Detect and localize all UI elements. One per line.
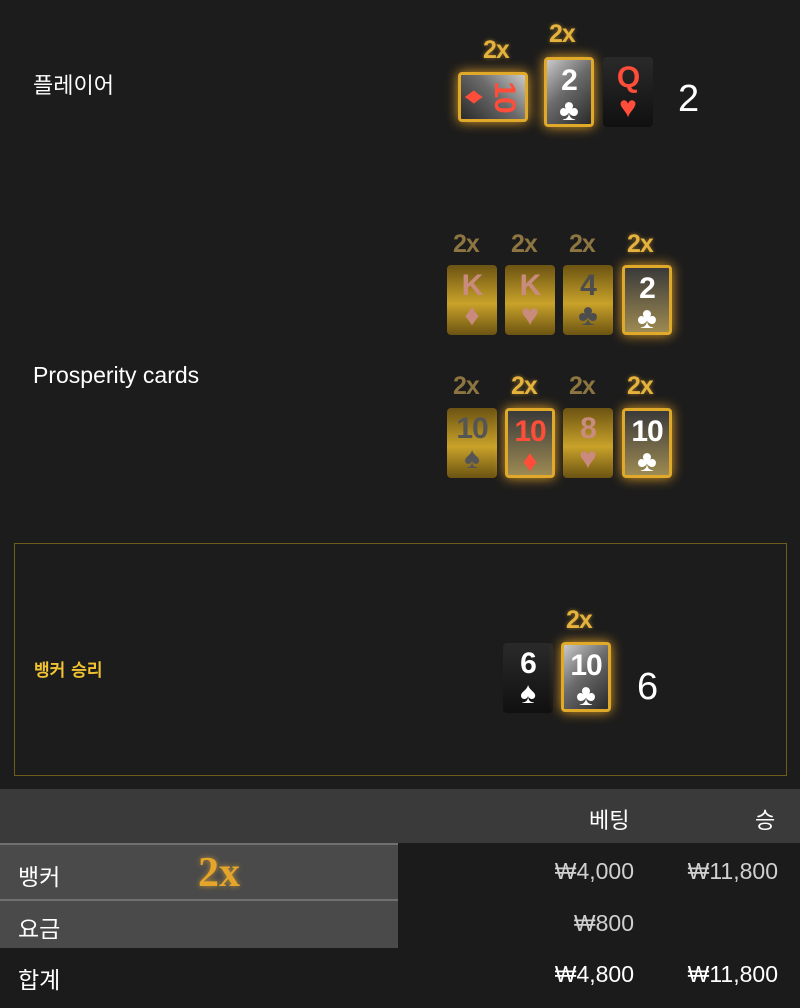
club-suit-icon: ♣ [559, 94, 579, 127]
prosperity-r1-c4-multiplier: 2x [627, 230, 654, 258]
table-row: 뱅커 2x ₩4,000 ₩11,800 [0, 843, 800, 899]
prosperity-r2-c4-multiplier: 2x [627, 372, 654, 400]
card-rank: 10 [514, 415, 546, 448]
row-bet: ₩4,000 [554, 858, 634, 884]
row-multiplier: 2x [198, 850, 240, 896]
table-row: 요금 ₩800 [0, 899, 800, 948]
card-rank: 8 [580, 412, 597, 445]
player-card-3: Q ♥ [603, 57, 653, 127]
spade-suit-icon: ♠ [464, 442, 480, 475]
total-name: 합계 [18, 968, 61, 994]
club-suit-icon: ♣ [637, 445, 657, 478]
card-rank: 10 [631, 415, 663, 448]
card-rank: 2 [639, 272, 656, 305]
banker-card-2-multiplier: 2x [566, 606, 593, 634]
club-suit-icon: ♣ [576, 679, 596, 712]
card-rank: 10 [488, 81, 521, 113]
prosperity-r1-c3-multiplier: 2x [569, 230, 596, 258]
table-header: 베팅 승 [0, 789, 800, 843]
player-score: 2 [678, 78, 700, 120]
banker-card-2: 10 ♣ [561, 642, 611, 712]
prosperity-label: Prosperity cards [33, 362, 200, 388]
prosperity-card: K ♥ [505, 265, 555, 335]
club-suit-icon: ♣ [578, 299, 598, 332]
prosperity-r1-c2-multiplier: 2x [511, 230, 538, 258]
row-name: 요금 [18, 917, 61, 943]
row-win: ₩11,800 [687, 858, 778, 884]
card-rank: 4 [580, 269, 597, 302]
diamond-suit-icon: ♦ [458, 89, 491, 105]
diamond-suit-icon: ♦ [464, 299, 480, 332]
prosperity-card: 2 ♣ [622, 265, 672, 335]
diamond-suit-icon: ♦ [522, 445, 538, 478]
spade-suit-icon: ♠ [520, 677, 536, 710]
prosperity-r2-c2-multiplier: 2x [511, 372, 538, 400]
card-rank: 10 [570, 649, 602, 682]
banker-score: 6 [637, 666, 659, 708]
prosperity-card: 10 ♣ [622, 408, 672, 478]
prosperity-card: 10 ♦ [505, 408, 555, 478]
prosperity-r2-c1-multiplier: 2x [453, 372, 480, 400]
heart-suit-icon: ♥ [619, 91, 637, 124]
prosperity-r2-c3-multiplier: 2x [569, 372, 596, 400]
card-rank: 6 [520, 647, 537, 680]
player-card-2-multiplier: 2x [549, 20, 576, 48]
player-card-1: 10 ♦ [458, 72, 528, 122]
banker-win-label: 뱅커 승리 [34, 661, 103, 681]
bet-column-header: 베팅 [589, 809, 630, 834]
prosperity-card: K ♦ [447, 265, 497, 335]
total-win: ₩11,800 [687, 961, 778, 987]
card-rank: 10 [456, 412, 488, 445]
win-column-header: 승 [755, 809, 776, 834]
card-rank: 2 [561, 64, 578, 97]
banker-result-box [14, 543, 787, 776]
prosperity-r1-c1-multiplier: 2x [453, 230, 480, 258]
bet-summary-table: 베팅 승 뱅커 2x ₩4,000 ₩11,800 요금 ₩800 합계 ₩4,… [0, 789, 800, 1008]
table-total-row: 합계 ₩4,800 ₩11,800 [0, 948, 800, 1008]
card-rank: Q [616, 61, 640, 94]
heart-suit-icon: ♥ [521, 299, 539, 332]
player-label: 플레이어 [33, 74, 114, 99]
prosperity-card: 8 ♥ [563, 408, 613, 478]
player-card-1-multiplier: 2x [483, 36, 510, 64]
card-rank: K [519, 269, 542, 302]
card-rank: K [461, 269, 484, 302]
heart-suit-icon: ♥ [579, 442, 597, 475]
row-bet: ₩800 [573, 910, 634, 936]
row-name: 뱅커 [18, 865, 61, 891]
club-suit-icon: ♣ [637, 302, 657, 335]
banker-card-1: 6 ♠ [503, 643, 553, 713]
total-bet: ₩4,800 [554, 961, 634, 987]
prosperity-card: 4 ♣ [563, 265, 613, 335]
player-card-2: 2 ♣ [544, 57, 594, 127]
prosperity-card: 10 ♠ [447, 408, 497, 478]
